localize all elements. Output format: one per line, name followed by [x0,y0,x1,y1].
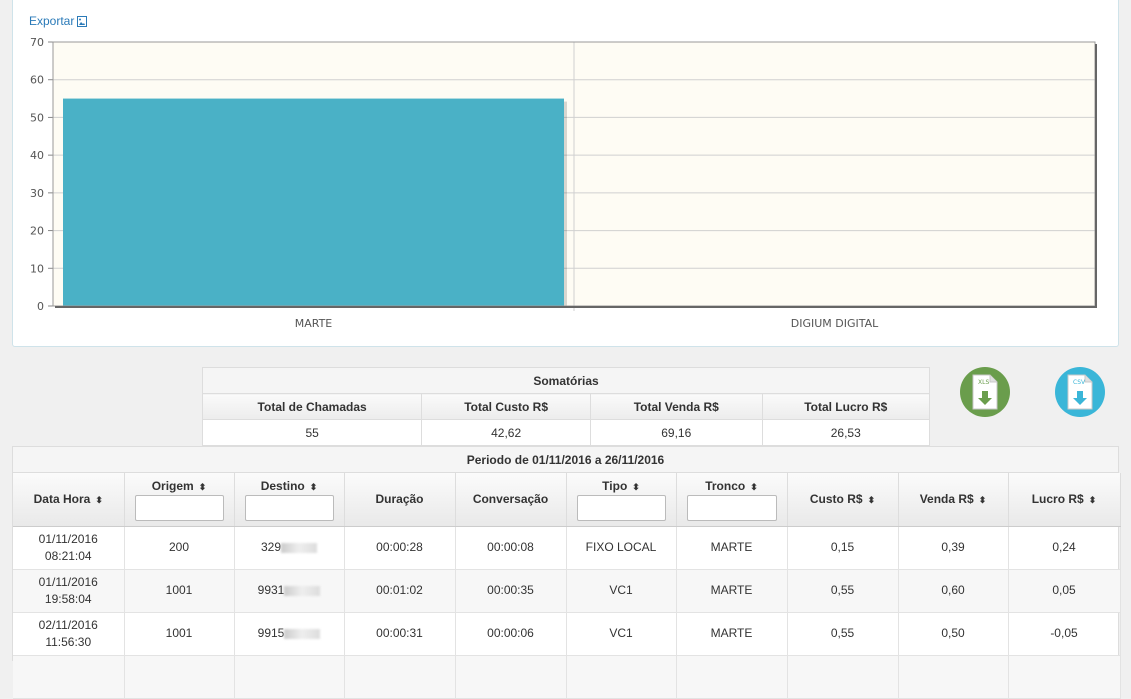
cell-tronco: MARTE [676,526,788,570]
sort-icon: ⬍ [632,482,640,492]
svg-text:XLS: XLS [978,379,989,386]
origem-filter-input[interactable] [134,494,224,521]
summary-value: 42,62 [421,419,592,446]
cell-tipo: FIXO LOCAL [566,526,677,570]
cell-origem: 1001 [124,569,235,613]
y-tick-label: 50 [30,111,44,124]
sort-icon: ⬍ [978,495,987,506]
period-label: Periodo de 01/11/2016 a 26/11/2016 [13,447,1118,473]
sort-icon: ⬍ [95,495,103,506]
bar-chart: 0 10 20 30 40 50 60 70 MARTE DIGIUM DIGITAL [30,36,1097,330]
cell-origem: 200 [124,526,235,570]
cell-destino: 9915 [234,612,345,656]
chart-panel: Exportar 0 10 20 30 40 50 60 70 MARTE DIGIUM DIGI… [12,0,1119,347]
cell-lucro: 0,05 [1008,569,1121,613]
cell-conversacao: 00:00:08 [455,526,567,570]
y-tick-label: 0 [37,300,44,313]
tronco-filter-input[interactable] [686,494,777,521]
x-category-label: DIGIUM DIGITAL [791,317,879,330]
column-header-tronco[interactable]: Tronco ⬍ [676,473,788,527]
table-row: 01/11/2016 19:58:04 1001 9931 00:01:02 00… [13,569,1121,613]
y-tick-label: 70 [30,36,44,49]
summary-header: Total Custo R$ [421,393,592,420]
cell-duracao: 00:01:02 [344,569,456,613]
y-tick-label: 60 [30,74,44,87]
cell-custo: 0,55 [787,569,899,613]
column-header-custo[interactable]: Custo R$ ⬍ [787,473,899,527]
calls-table: Data Hora ⬍ Origem ⬍ Destino ⬍ Duração Conv… [13,473,1121,699]
cell-datetime: 01/11/2016 08:21:04 [13,526,125,570]
column-header-duracao: Duração [344,473,456,527]
cell-destino: 329 [234,526,345,570]
y-tick-label: 20 [30,225,44,238]
sort-icon: ⬍ [867,495,876,506]
svg-text:CSV: CSV [1073,379,1086,386]
cell-duracao: 00:00:28 [344,526,456,570]
y-tick-label: 30 [30,187,44,200]
csv-file-download-icon: CSV [1067,374,1093,410]
summary-header: Total Venda R$ [590,393,763,420]
cell-tipo: VC1 [566,612,677,656]
cell-conversacao: 00:00:35 [455,569,567,613]
column-header-venda[interactable]: Venda R$ ⬍ [898,473,1009,527]
summary-value: 26,53 [761,419,930,446]
calls-table-panel: Periodo de 01/11/2016 a 26/11/2016 Data … [12,446,1121,699]
cell-tronco: MARTE [676,569,788,613]
column-header-lucro[interactable]: Lucro R$ ⬍ [1008,473,1121,527]
sort-icon: ⬍ [198,482,207,492]
y-tick-label: 10 [30,262,44,275]
sort-icon: ⬍ [750,482,758,492]
xls-file-download-icon: XLS [972,374,998,410]
x-category-label: MARTE [295,317,333,330]
column-header-origem[interactable]: Origem ⬍ [124,473,235,527]
tipo-filter-input[interactable] [576,494,666,521]
redacted-number [284,628,321,639]
bar [63,98,564,306]
cell-duracao: 00:00:31 [344,612,456,656]
table-row: 01/11/2016 08:21:04 200 329 00:00:28 00:0… [13,526,1121,570]
cell-custo: 0,15 [787,526,899,570]
summary-header: Total Lucro R$ [761,393,930,420]
cell-lucro: 0,24 [1008,526,1121,570]
column-header-conversacao: Conversação [455,473,567,527]
cell-venda: 0,60 [898,569,1009,613]
cell-venda: 0,50 [898,612,1009,656]
summary-caption: Somatórias [202,367,930,394]
cell-venda: 0,39 [898,526,1009,570]
redacted-number [284,585,321,596]
sort-icon: ⬍ [1088,495,1097,506]
cell-conversacao: 00:00:06 [455,612,567,656]
table-row [13,655,1121,699]
column-header-data-hora[interactable]: Data Hora ⬍ [13,473,125,527]
redacted-number [281,542,318,553]
cell-tipo: VC1 [566,569,677,613]
sort-icon: ⬍ [309,482,318,492]
cell-lucro: -0,05 [1008,612,1121,656]
table-row: 02/11/2016 11:56:30 1001 9915 00:00:31 00… [13,612,1121,656]
cell-tronco: MARTE [676,612,788,656]
summary-header: Total de Chamadas [201,393,423,420]
column-header-destino[interactable]: Destino ⬍ [234,473,345,527]
cell-datetime: 02/11/2016 11:56:30 [13,612,125,656]
cell-datetime: 01/11/2016 19:58:04 [13,569,125,613]
download-csv-button[interactable]: CSV [1055,367,1105,417]
download-xls-button[interactable]: XLS [960,367,1010,417]
summary-value: 55 [201,419,423,446]
summary-table: Somatórias Total de Chamadas Total Custo… [201,367,930,446]
column-header-tipo[interactable]: Tipo ⬍ [566,473,677,527]
cell-destino: 9931 [234,569,345,613]
destino-filter-input[interactable] [244,494,334,521]
y-tick-label: 40 [30,149,44,162]
cell-origem: 1001 [124,612,235,656]
cell-custo: 0,55 [787,612,899,656]
summary-value: 69,16 [590,419,763,446]
